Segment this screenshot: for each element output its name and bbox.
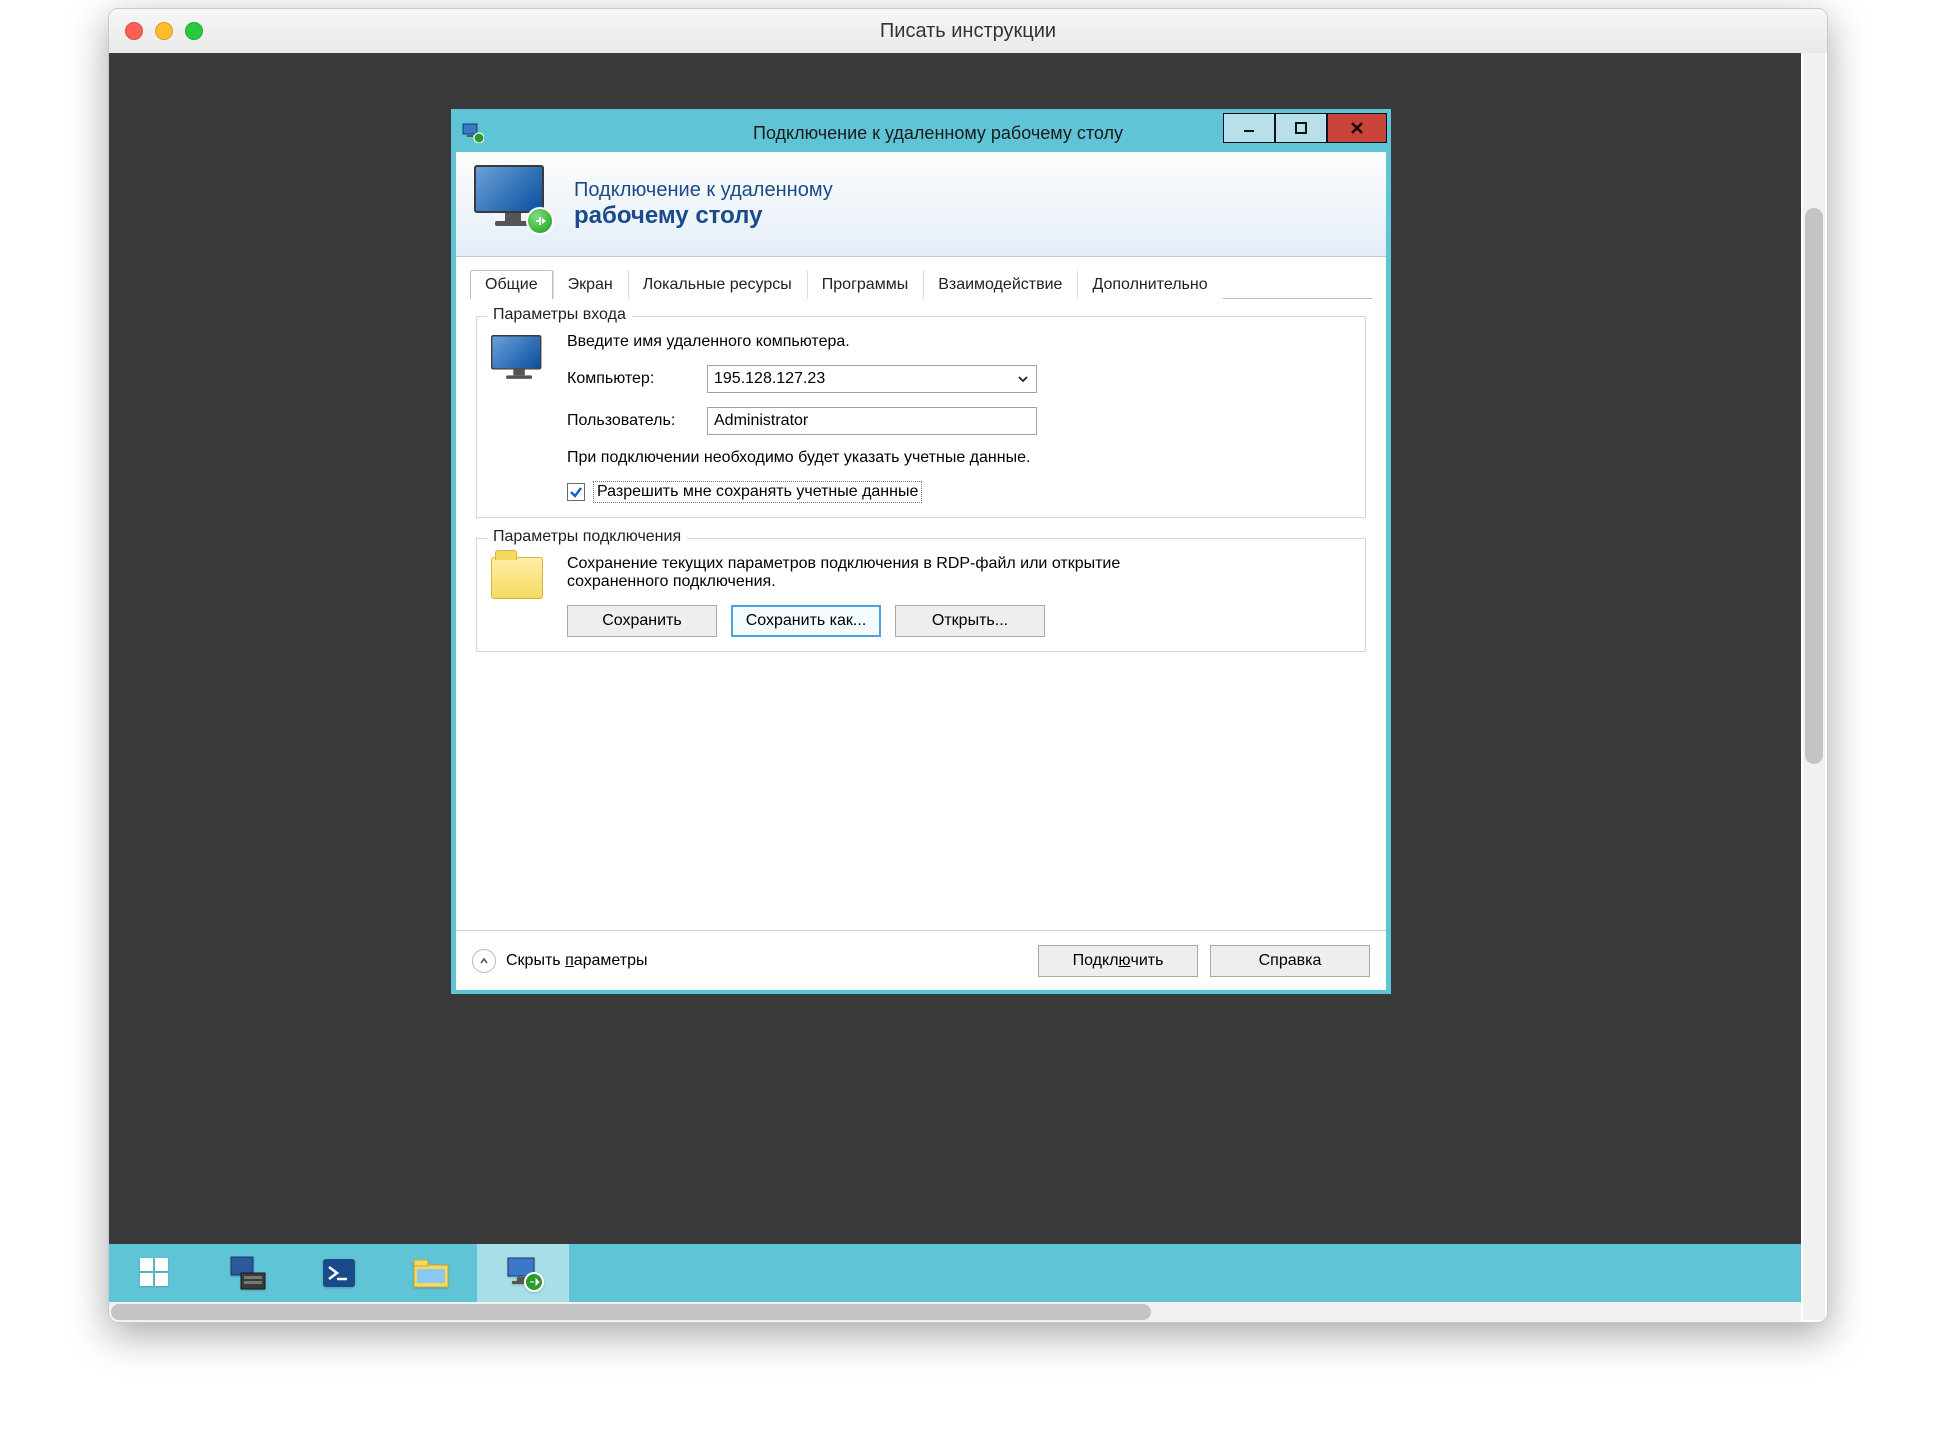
taskbar-file-explorer[interactable] xyxy=(385,1244,477,1302)
start-button[interactable] xyxy=(109,1244,201,1302)
computer-combobox[interactable]: 195.128.127.23 xyxy=(707,365,1037,393)
folder-icon xyxy=(491,555,551,637)
mac-minimize-button[interactable] xyxy=(155,22,173,40)
credentials-note: При подключении необходимо будет указать… xyxy=(567,449,1037,467)
collapse-arrow-icon xyxy=(472,949,496,973)
save-creds-checkbox[interactable] xyxy=(567,483,585,501)
rdp-app-icon xyxy=(456,123,490,143)
connect-button[interactable]: Подключить xyxy=(1038,945,1198,977)
tab-programs[interactable]: Программы xyxy=(807,270,923,299)
dialog-footer: Скрыть параметры Подключить Справка xyxy=(456,930,1386,990)
tabs: Общие Экран Локальные ресурсы Программы … xyxy=(470,269,1372,299)
mac-window-title: Писать инструкции xyxy=(109,20,1827,43)
file-explorer-icon xyxy=(410,1255,452,1291)
vm-desktop-area[interactable]: Подключение к удаленному рабочему столу xyxy=(109,53,1801,1302)
connection-groupbox: Параметры подключения Сохранение текущих… xyxy=(476,538,1366,652)
user-value: Administrator xyxy=(714,412,808,430)
windows-logo-icon xyxy=(138,1256,172,1290)
horizontal-scroll-thumb[interactable] xyxy=(111,1304,1151,1320)
mac-zoom-button[interactable] xyxy=(185,22,203,40)
connection-badge-icon xyxy=(526,207,554,235)
tab-general[interactable]: Общие xyxy=(470,270,553,299)
hide-params-link[interactable]: Скрыть параметры xyxy=(472,949,648,973)
help-button[interactable]: Справка xyxy=(1210,945,1370,977)
save-button[interactable]: Сохранить xyxy=(567,605,717,637)
rdp-header: Подключение к удаленному рабочему столу xyxy=(456,152,1386,257)
tab-content-general: Параметры входа xyxy=(470,298,1372,662)
minimize-button[interactable] xyxy=(1223,113,1275,143)
maximize-button[interactable] xyxy=(1275,113,1327,143)
mac-titlebar: Писать инструкции xyxy=(109,9,1827,53)
login-groupbox: Параметры входа xyxy=(476,316,1366,518)
header-line2: рабочему столу xyxy=(574,202,833,230)
check-icon xyxy=(569,485,583,499)
server-manager-icon xyxy=(227,1255,267,1291)
rdp-titlebar[interactable]: Подключение к удаленному рабочему столу xyxy=(456,114,1386,152)
vertical-scroll-thumb[interactable] xyxy=(1805,208,1823,764)
login-intro-text: Введите имя удаленного компьютера. xyxy=(567,333,1351,351)
tab-experience[interactable]: Взаимодействие xyxy=(923,270,1077,299)
rdp-header-icon xyxy=(474,165,564,243)
computer-value: 195.128.127.23 xyxy=(714,370,825,388)
user-input[interactable]: Administrator xyxy=(707,407,1037,435)
user-label: Пользователь: xyxy=(567,412,707,430)
vertical-scrollbar[interactable] xyxy=(1803,53,1825,1320)
taskbar-powershell[interactable] xyxy=(293,1244,385,1302)
host-mac-window: Писать инструкции Подключение к удаленно… xyxy=(108,8,1828,1323)
horizontal-scrollbar[interactable] xyxy=(109,1302,1801,1322)
computer-label: Компьютер: xyxy=(567,370,707,388)
login-group-title: Параметры входа xyxy=(487,306,632,324)
powershell-icon xyxy=(319,1255,359,1291)
tab-local-resources[interactable]: Локальные ресурсы xyxy=(628,270,807,299)
traffic-lights xyxy=(125,22,203,40)
rdp-dialog-window: Подключение к удаленному рабочему столу xyxy=(451,109,1391,994)
rdp-icon xyxy=(502,1254,544,1292)
tab-advanced[interactable]: Дополнительно xyxy=(1077,270,1222,299)
conn-group-title: Параметры подключения xyxy=(487,528,687,546)
mac-close-button[interactable] xyxy=(125,22,143,40)
close-button[interactable] xyxy=(1327,113,1387,143)
hide-params-label: Скрыть параметры xyxy=(506,952,648,970)
conn-desc: Сохранение текущих параметров подключени… xyxy=(567,555,1127,591)
header-line1: Подключение к удаленному xyxy=(574,179,833,202)
tab-area: Общие Экран Локальные ресурсы Программы … xyxy=(456,257,1386,930)
taskbar-server-manager[interactable] xyxy=(201,1244,293,1302)
open-button[interactable]: Открыть... xyxy=(895,605,1045,637)
save-creds-label[interactable]: Разрешить мне сохранять учетные данные xyxy=(593,481,922,503)
rdp-header-text: Подключение к удаленному рабочему столу xyxy=(574,179,833,230)
taskbar-rdp-app[interactable] xyxy=(477,1244,569,1302)
save-as-button[interactable]: Сохранить как... xyxy=(731,605,881,637)
chevron-down-icon xyxy=(1016,372,1030,386)
rdp-body: Подключение к удаленному рабочему столу … xyxy=(456,152,1386,990)
tab-screen[interactable]: Экран xyxy=(553,270,628,299)
windows-taskbar[interactable] xyxy=(109,1244,1801,1302)
window-controls xyxy=(1223,113,1387,143)
login-monitor-icon xyxy=(491,333,551,503)
